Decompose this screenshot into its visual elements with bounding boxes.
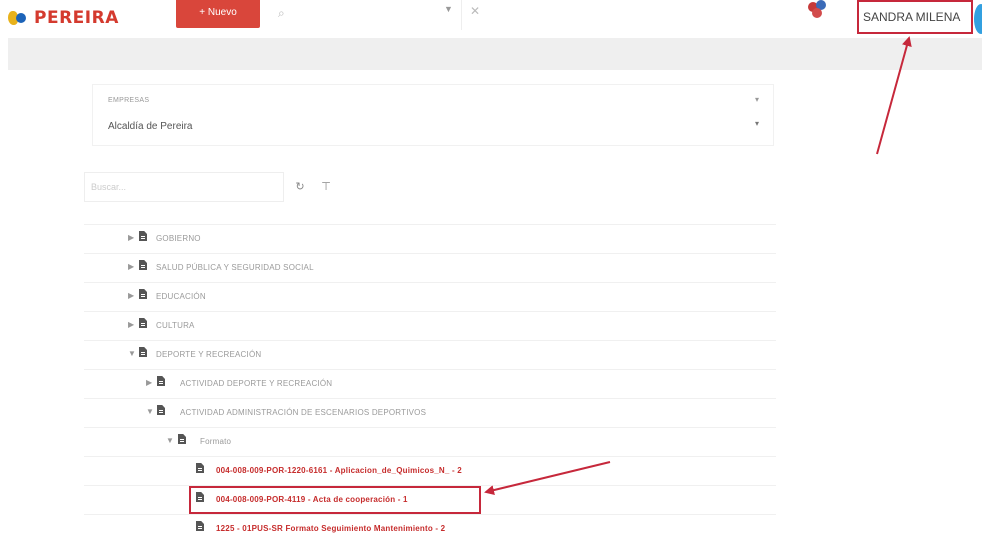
file-icon: [196, 521, 204, 531]
file-icon: [139, 347, 147, 357]
tree-search-input[interactable]: Buscar...: [84, 172, 284, 202]
tree-node-salud[interactable]: ▶ SALUD PÚBLICA Y SEGURIDAD SOCIAL: [84, 254, 776, 283]
logo-icon: [8, 9, 30, 27]
new-button[interactable]: + Nuevo: [176, 0, 260, 28]
tree-node-educacion[interactable]: ▶ EDUCACIÓN: [84, 283, 776, 312]
tree-node-gobierno[interactable]: ▶ GOBIERNO: [84, 225, 776, 254]
avatar[interactable]: [974, 4, 982, 34]
tree-node-label: ACTIVIDAD ADMINISTRACIÓN DE ESCENARIOS D…: [180, 408, 427, 417]
user-name: SANDRA MILENA: [863, 10, 961, 24]
close-icon[interactable]: ✕: [470, 4, 480, 18]
chevron-right-icon[interactable]: ▶: [128, 320, 134, 329]
tree-node-doc-1[interactable]: 004-008-009-POR-1220-6161 - Aplicacion_d…: [84, 457, 776, 486]
company-label: EMPRESAS: [108, 97, 150, 104]
chevron-down-icon[interactable]: ▼: [146, 407, 154, 416]
file-icon: [139, 318, 147, 328]
tree-node-doc-3[interactable]: 1225 - 01PUS-SR Formato Seguimiento Mant…: [84, 515, 776, 538]
tree-node-actividad-escenarios[interactable]: ▼ ACTIVIDAD ADMINISTRACIÓN DE ESCENARIOS…: [84, 399, 776, 428]
tree-node-label: Formato: [200, 437, 232, 446]
search-icon: ⌕: [278, 6, 285, 20]
company-value[interactable]: Alcaldía de Pereira: [108, 121, 193, 132]
top-bar: PEREIRA + Nuevo ⌕ ▼ ✕ SANDRA MILENA: [0, 0, 982, 38]
chevron-right-icon[interactable]: ▶: [146, 378, 152, 387]
flower-icon: [806, 0, 832, 20]
sub-header-bar: [8, 38, 982, 70]
chevron-down-icon[interactable]: ▾: [755, 119, 759, 128]
user-menu[interactable]: SANDRA MILENA: [857, 0, 973, 34]
chevron-down-icon[interactable]: ▼: [166, 436, 174, 445]
refresh-icon[interactable]: ↻: [288, 174, 312, 200]
document-link[interactable]: 1225 - 01PUS-SR Formato Seguimiento Mant…: [216, 524, 445, 533]
tree-node-label: EDUCACIÓN: [156, 292, 206, 301]
tree-node-label: DEPORTE Y RECREACIÓN: [156, 350, 262, 359]
logo-text: PEREIRA: [34, 8, 119, 28]
tree-node-label: ACTIVIDAD DEPORTE Y RECREACIÓN: [180, 379, 333, 388]
file-icon: [139, 231, 147, 241]
file-icon: [139, 260, 147, 270]
chevron-right-icon[interactable]: ▶: [128, 262, 134, 271]
document-link[interactable]: 004-008-009-POR-1220-6161 - Aplicacion_d…: [216, 466, 462, 475]
filter-icon[interactable]: ⊤: [314, 174, 338, 200]
folder-icon: [178, 434, 186, 444]
top-search-input[interactable]: ⌕ ▼: [268, 0, 462, 30]
file-icon: [139, 289, 147, 299]
tree-node-deporte[interactable]: ▼ DEPORTE Y RECREACIÓN: [84, 341, 776, 370]
tree-node-label: CULTURA: [156, 321, 195, 330]
tree-node-cultura[interactable]: ▶ CULTURA: [84, 312, 776, 341]
chevron-down-icon[interactable]: ▾: [755, 95, 759, 104]
tree-search-placeholder: Buscar...: [91, 182, 127, 192]
chevron-right-icon[interactable]: ▶: [128, 291, 134, 300]
file-icon: [157, 376, 165, 386]
logo[interactable]: PEREIRA: [8, 4, 119, 32]
company-select[interactable]: EMPRESAS ▾ Alcaldía de Pereira ▾: [92, 84, 774, 146]
chevron-right-icon[interactable]: ▶: [128, 233, 134, 242]
tree-node-label: GOBIERNO: [156, 234, 201, 243]
chevron-down-icon[interactable]: ▼: [128, 349, 136, 358]
chevron-down-icon[interactable]: ▼: [444, 4, 453, 14]
tree-node-actividad-deporte[interactable]: ▶ ACTIVIDAD DEPORTE Y RECREACIÓN: [84, 370, 776, 399]
annotation-highlight-box: [189, 486, 481, 514]
tree-node-label: SALUD PÚBLICA Y SEGURIDAD SOCIAL: [156, 263, 314, 272]
file-icon: [196, 463, 204, 473]
file-icon: [157, 405, 165, 415]
tree-node-formato[interactable]: ▼ Formato: [84, 428, 776, 457]
